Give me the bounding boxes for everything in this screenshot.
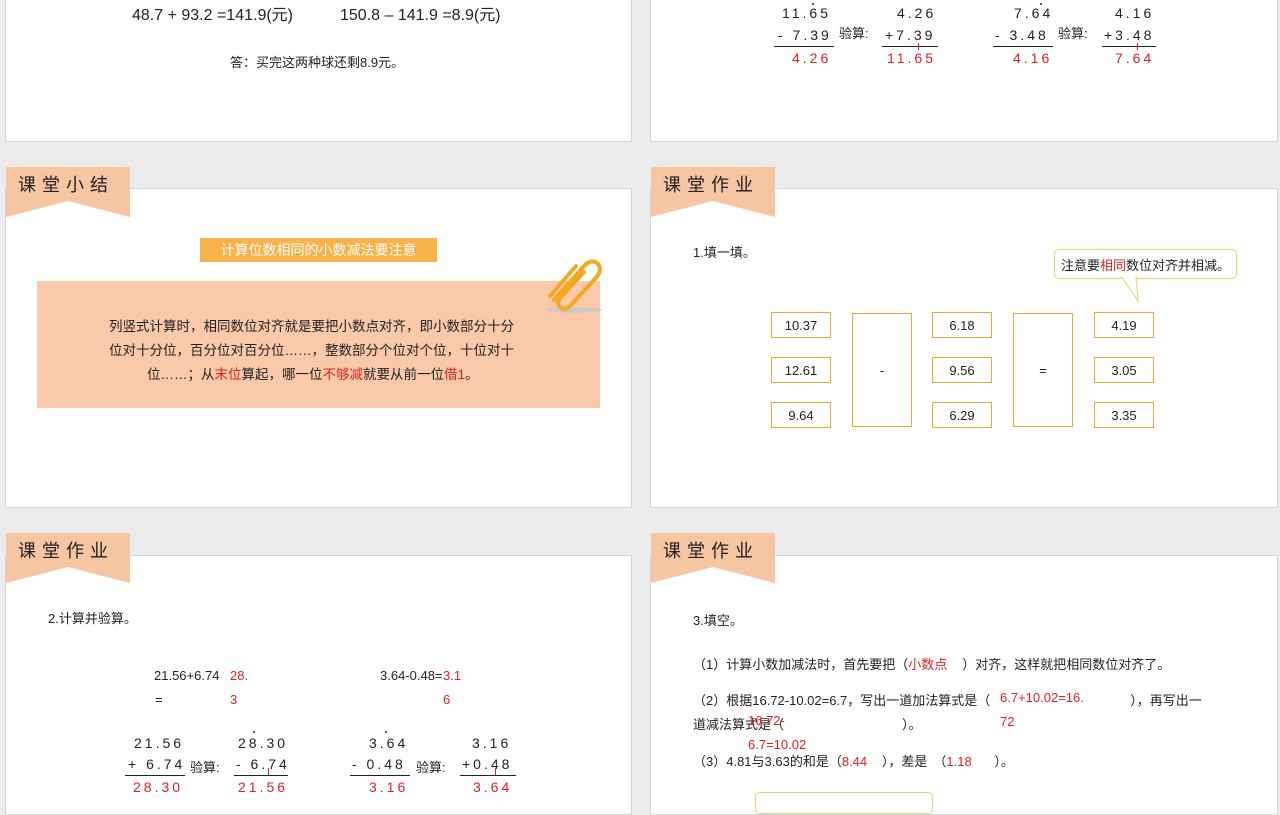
slide-2[interactable]: 11.65 - 7.39 4.26 验算: 4.26 +7.39 11.65 7… <box>650 0 1278 142</box>
slide-6[interactable] <box>650 555 1278 815</box>
question-1: 1.填一填。 <box>693 245 756 260</box>
highlight-borrow: 借1 <box>444 367 466 382</box>
summary-banner-text: 计算位数相同的小数减法要注意 <box>220 242 417 258</box>
fill-item-3: （3）4.81与3.63的和是（8.44 ），差是 （1.18）。 <box>693 754 1014 769</box>
fill-answer-3a[interactable]: 8.44 <box>842 754 882 769</box>
slide-1[interactable]: 48.7 + 93.2 =141.9(元) 150.8 – 141.9 =8.9… <box>5 0 632 142</box>
question-2: 2.计算并验算。 <box>48 611 137 626</box>
slide-4[interactable] <box>650 188 1278 508</box>
calc-a-result: 4.26 <box>792 50 832 66</box>
calc5-c-top: 3.64 <box>369 735 409 751</box>
title-ribbon-4: 课堂作业 <box>651 167 775 221</box>
problem-2: 3.64-0.48= <box>380 668 443 683</box>
highlight-not-enough: 不够减 <box>322 367 364 382</box>
summary-line-1: 列竖式计算时，相同数位对齐就是要把小数点对齐，即小数部分十分 <box>109 319 514 334</box>
verify-label-5a: 验算: <box>190 760 220 775</box>
summary-box: 列竖式计算时，相同数位对齐就是要把小数点对齐，即小数部分十分 位对十分位，百分位… <box>37 281 600 408</box>
title-ribbon-6: 课堂作业 <box>651 533 775 587</box>
problem-2-answer-b: 6 <box>443 692 451 707</box>
fill-item-2: （2）根据16.72-10.02=6.7，写出一道加法算式是（ ），再写出一 <box>693 693 1202 708</box>
fill-item-1: （1）计算小数加减法时，首先要把（小数点 ）对齐，这样就把相同数位对齐了。 <box>693 654 1170 673</box>
fill-answer-2b-cont: 6.7=10.02 <box>748 737 807 752</box>
title-ribbon-3: 课堂小结 <box>6 167 130 221</box>
callout-pointer <box>1120 275 1142 307</box>
fill-answer-2a[interactable]: 6.7+10.02=16. <box>1000 690 1084 705</box>
calc5-b-sub: - 6.74 <box>236 756 290 772</box>
paperclip-icon <box>540 252 606 314</box>
minus-operator-box: - <box>852 313 912 427</box>
calc5-a-add: + 6.74 <box>128 756 186 772</box>
calc-c-sub: - 3.48 <box>995 27 1049 43</box>
answer-text: 答：买完这两种球还剩8.9元。 <box>230 55 405 70</box>
fill-answer-2b[interactable]: 16.72- <box>748 713 785 728</box>
slide-title-3: 课堂小结 <box>18 175 114 195</box>
fill-item-2-line2: 道减法算式是（）。 <box>693 717 922 732</box>
verify-label-1: 验算: <box>839 26 869 41</box>
calc5-b-top: 28.30 <box>238 735 289 751</box>
calc-d-result: 7.64 <box>1115 50 1155 66</box>
fill-answer-3b[interactable]: 1.18 <box>946 754 994 769</box>
equals-operator-box: = <box>1013 313 1073 427</box>
difference-box-2[interactable]: 3.05 <box>1094 357 1154 383</box>
difference-box-1[interactable]: 4.19 <box>1094 312 1154 338</box>
highlight-last-digit: 末位 <box>214 367 242 382</box>
slide-title-5: 课堂作业 <box>18 541 114 561</box>
calc-b-top: 4.26 <box>897 5 937 21</box>
slide-title-6: 课堂作业 <box>663 541 759 561</box>
fill-answer-1[interactable]: 小数点 <box>908 654 962 673</box>
calc5-b-result: 21.56 <box>238 779 289 795</box>
summary-line-3: 位……；从末位算起，哪一位不够减就要从前一位借1。 <box>147 367 479 382</box>
minuend-box-3[interactable]: 9.64 <box>771 402 831 428</box>
calc5-a-top: 21.56 <box>134 735 185 751</box>
calc-a-sub: - 7.39 <box>778 27 832 43</box>
verify-label-2: 验算: <box>1058 26 1088 41</box>
title-ribbon-5: 课堂作业 <box>6 533 130 587</box>
tip-callout: 注意要 相同 数位对齐并相减。 <box>1054 249 1237 279</box>
calc-b-add: +7.39 <box>885 27 936 43</box>
calc5-d-add: +0.48 <box>462 756 513 772</box>
calc5-c-result: 3.16 <box>369 779 409 795</box>
fill-answer-2a-cont: 72 <box>1000 714 1015 729</box>
summary-line-2: 位对十分位，百分位对百分位……，整数部分个位对个位，十位对十 <box>109 343 514 358</box>
problem-2-answer-a: 3.1 <box>443 668 462 683</box>
equation-1: 48.7 + 93.2 =141.9(元) <box>132 7 294 24</box>
minuend-box-1[interactable]: 10.37 <box>771 312 831 338</box>
problem-1-answer-a: 28. <box>230 668 249 683</box>
problem-1-equals: = <box>155 692 163 707</box>
verify-label-5b: 验算: <box>416 760 446 775</box>
subtrahend-box-2[interactable]: 9.56 <box>932 357 992 383</box>
hint-callout-partial <box>755 792 933 814</box>
calc5-a-result: 28.30 <box>133 779 184 795</box>
summary-banner: 计算位数相同的小数减法要注意 <box>200 238 437 262</box>
calc5-d-result: 3.64 <box>473 779 513 795</box>
calc5-c-sub: - 0.48 <box>352 756 406 772</box>
calc-d-top: 4.16 <box>1115 5 1155 21</box>
calc-c-top: 7.64 <box>1014 5 1054 21</box>
calc5-d-top: 3.16 <box>472 735 512 751</box>
minuend-box-2[interactable]: 12.61 <box>771 357 831 383</box>
difference-box-3[interactable]: 3.35 <box>1094 402 1154 428</box>
equation-2: 150.8 – 141.9 =8.9(元) <box>340 7 501 24</box>
calc-a-top: 11.65 <box>782 5 831 21</box>
slide-5[interactable] <box>5 555 632 815</box>
calc-b-result: 11.65 <box>887 50 936 66</box>
subtrahend-box-1[interactable]: 6.18 <box>932 312 992 338</box>
calc-d-add: +3.48 <box>1104 27 1155 43</box>
question-3: 3.填空。 <box>693 613 743 628</box>
subtrahend-box-3[interactable]: 6.29 <box>932 402 992 428</box>
problem-1-answer-b: 3 <box>230 692 238 707</box>
slide-title-4: 课堂作业 <box>663 175 759 195</box>
problem-1: 21.56+6.74 <box>154 668 220 683</box>
calc-c-result: 4.16 <box>1013 50 1053 66</box>
